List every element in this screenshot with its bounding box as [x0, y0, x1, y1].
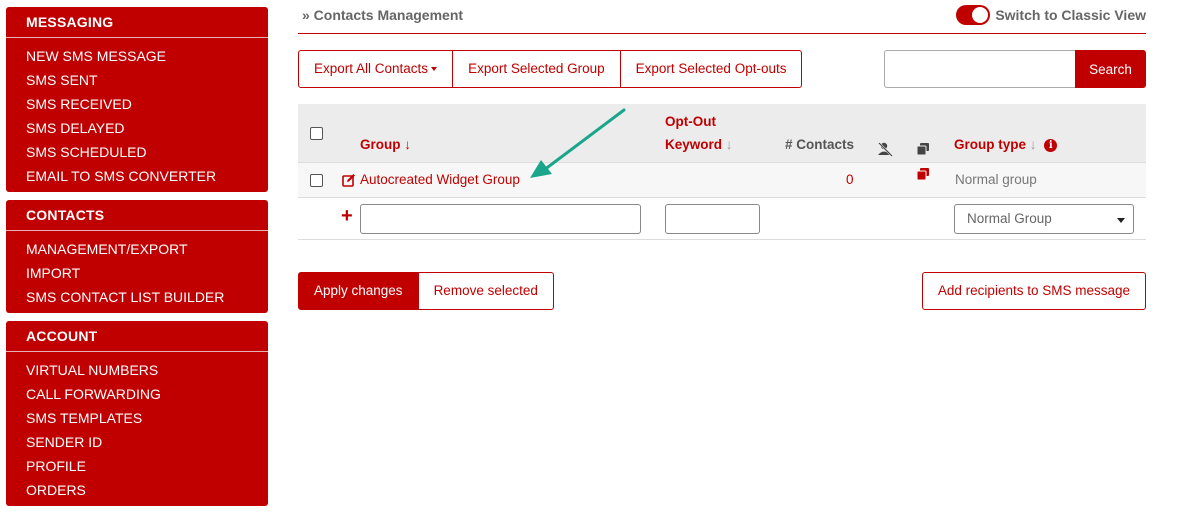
sidebar-item-sms-received[interactable]: SMS RECEIVED	[6, 92, 268, 116]
search-input[interactable]	[884, 50, 1075, 88]
sidebar-item-sms-delayed[interactable]: SMS DELAYED	[6, 116, 268, 140]
sort-arrow-icon: ↓	[404, 137, 412, 152]
search-button[interactable]: Search	[1075, 50, 1146, 88]
new-keyword-input[interactable]	[665, 204, 760, 234]
toggle-knob	[972, 7, 989, 23]
classic-view-toggle[interactable]	[956, 5, 991, 25]
group-type-header-label: Group type	[954, 137, 1027, 152]
new-group-row: + Normal Group	[298, 198, 1146, 240]
export-group-button[interactable]: Export Selected Group	[453, 50, 621, 88]
export-button-group: Export All Contacts Export Selected Grou…	[298, 50, 803, 88]
sidebar-item-management-export[interactable]: MANAGEMENT/EXPORT	[6, 237, 268, 261]
export-all-label: Export All Contacts	[314, 61, 429, 76]
table-header: Group ↓ Opt-Out Keyword ↓ # Contacts Gro…	[298, 104, 1146, 163]
groups-table: Group ↓ Opt-Out Keyword ↓ # Contacts Gro…	[298, 104, 1146, 240]
account-panel: ACCOUNT VIRTUAL NUMBERS CALL FORWARDING …	[6, 321, 268, 506]
optout-column-header[interactable]: Keyword ↓	[665, 137, 733, 152]
copy-icon	[916, 142, 930, 159]
group-type-column-header[interactable]: Group type ↓ i	[954, 137, 1058, 152]
classic-view-label: Switch to Classic View	[995, 7, 1146, 23]
copy-icon[interactable]	[916, 167, 930, 184]
sidebar-item-virtual-numbers[interactable]: VIRTUAL NUMBERS	[6, 358, 268, 382]
hide-contact-icon	[877, 141, 893, 160]
action-button-group: Apply changes Remove selected	[298, 272, 554, 310]
optout-header-label: Keyword	[665, 137, 723, 152]
sidebar-item-call-forwarding[interactable]: CALL FORWARDING	[6, 382, 268, 406]
plus-icon: +	[341, 205, 353, 227]
contacts-heading: CONTACTS	[6, 200, 268, 231]
group-name-link[interactable]: Autocreated Widget Group	[360, 172, 520, 187]
export-optouts-button[interactable]: Export Selected Opt-outs	[620, 50, 803, 88]
messaging-heading: MESSAGING	[6, 7, 268, 38]
sidebar-item-sender-id[interactable]: SENDER ID	[6, 430, 268, 454]
row-checkbox[interactable]	[310, 174, 323, 187]
sidebar-item-new-sms[interactable]: NEW SMS MESSAGE	[6, 44, 268, 68]
table-row: Autocreated Widget Group 0 Normal group	[298, 163, 1146, 198]
new-group-name-input[interactable]	[360, 204, 641, 234]
group-column-header[interactable]: Group ↓	[360, 137, 411, 152]
group-type-select[interactable]: Normal Group	[954, 204, 1134, 234]
sort-arrow-icon: ↓	[725, 137, 733, 152]
dropdown-caret-icon	[431, 67, 438, 72]
breadcrumb: » Contacts Management	[302, 7, 464, 23]
contacts-panel: CONTACTS MANAGEMENT/EXPORT IMPORT SMS CO…	[6, 200, 268, 313]
sidebar-item-orders[interactable]: ORDERS	[6, 478, 268, 502]
remove-selected-button[interactable]: Remove selected	[418, 272, 554, 310]
classic-view-toggle-wrap: Switch to Classic View	[956, 5, 1146, 25]
account-heading: ACCOUNT	[6, 321, 268, 352]
contacts-count: 0	[846, 172, 854, 187]
contacts-column-header: # Contacts	[785, 137, 855, 152]
apply-changes-button[interactable]: Apply changes	[298, 272, 419, 310]
messaging-panel: MESSAGING NEW SMS MESSAGE SMS SENT SMS R…	[6, 7, 268, 192]
export-all-button[interactable]: Export All Contacts	[298, 50, 454, 88]
info-icon[interactable]: i	[1044, 139, 1058, 152]
group-type-selected: Normal Group	[967, 211, 1052, 226]
sidebar-item-import[interactable]: IMPORT	[6, 261, 268, 285]
select-all-checkbox[interactable]	[310, 127, 323, 140]
sort-arrow-icon: ↓	[1029, 137, 1037, 152]
sidebar-item-contact-list-builder[interactable]: SMS CONTACT LIST BUILDER	[6, 285, 268, 309]
sidebar-item-sms-templates[interactable]: SMS TEMPLATES	[6, 406, 268, 430]
sidebar-item-profile[interactable]: PROFILE	[6, 454, 268, 478]
sidebar-item-sms-scheduled[interactable]: SMS SCHEDULED	[6, 140, 268, 164]
search-group: Search	[884, 50, 1146, 88]
optout-header-line1: Opt-Out	[665, 114, 716, 129]
main-content: » Contacts Management Switch to Classic …	[298, 0, 1146, 310]
add-recipients-button[interactable]: Add recipients to SMS message	[921, 272, 1146, 310]
chevron-down-icon	[1117, 218, 1125, 223]
group-type-value: Normal group	[955, 172, 1037, 187]
sidebar: MESSAGING NEW SMS MESSAGE SMS SENT SMS R…	[6, 7, 268, 514]
top-bar: » Contacts Management Switch to Classic …	[298, 0, 1146, 34]
group-header-label: Group	[360, 137, 401, 152]
sidebar-item-email-to-sms[interactable]: EMAIL TO SMS CONVERTER	[6, 164, 268, 188]
sidebar-item-sms-sent[interactable]: SMS SENT	[6, 68, 268, 92]
edit-icon[interactable]	[342, 173, 356, 190]
